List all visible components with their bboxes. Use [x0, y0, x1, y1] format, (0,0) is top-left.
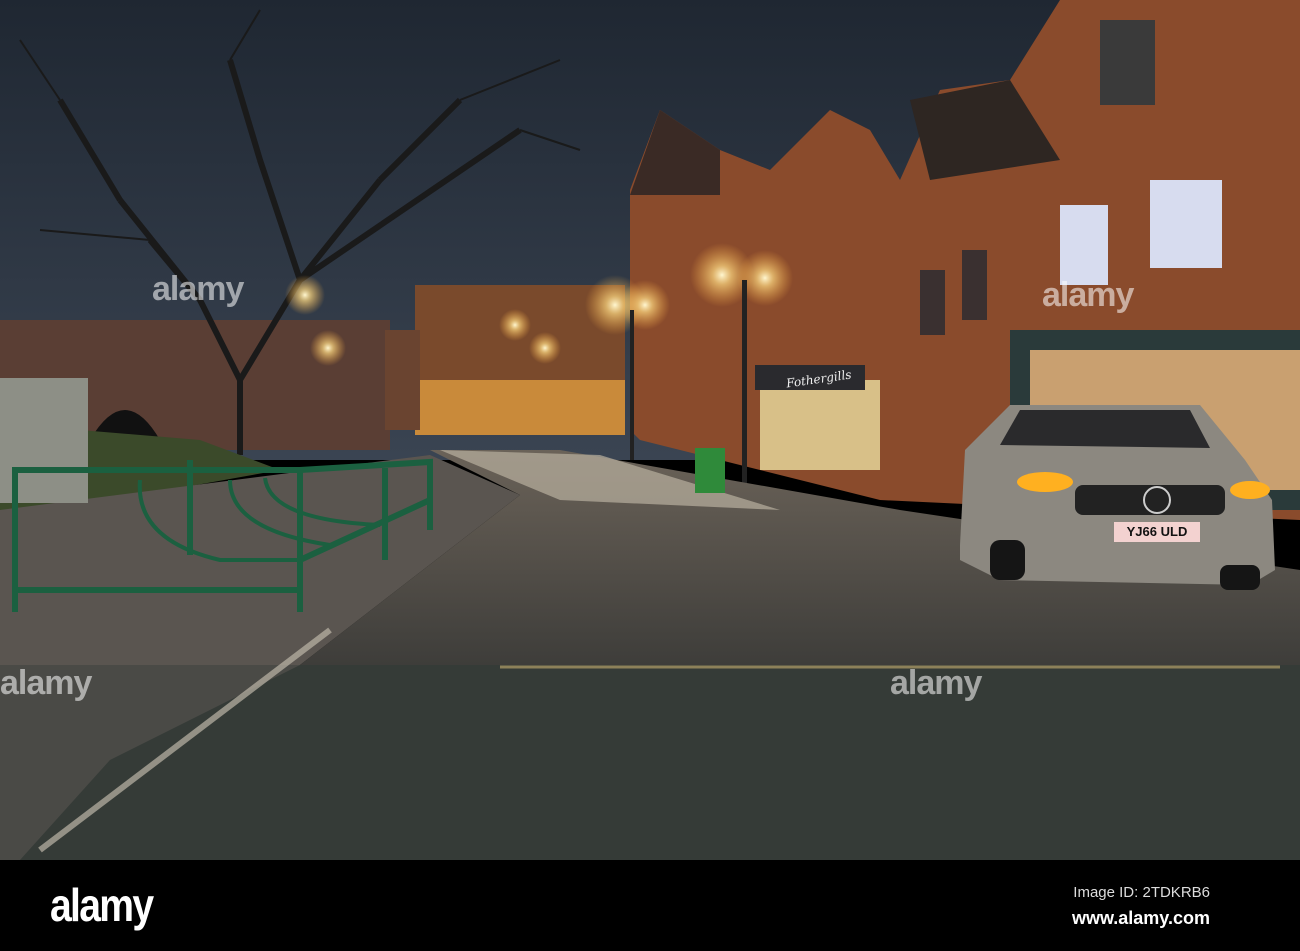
- license-plate: YJ66 ULD: [1114, 522, 1200, 542]
- footer-bar: alamy Image ID: 2TDKRB6 www.alamy.com: [0, 860, 1300, 951]
- stock-photo: Fothergills YJ66 ULD alamy alamy alamy a…: [0, 0, 1300, 951]
- watermark: alamy: [0, 664, 92, 702]
- street-night-scene: [0, 0, 1300, 860]
- image-id: Image ID: 2TDKRB6: [1073, 884, 1210, 901]
- website-link[interactable]: www.alamy.com: [1072, 908, 1210, 929]
- alamy-logo: alamy: [50, 879, 154, 931]
- wheelie-bin: [695, 448, 725, 493]
- watermark: alamy: [890, 664, 982, 702]
- watermark: alamy: [1042, 276, 1134, 314]
- watermark: alamy: [152, 270, 244, 308]
